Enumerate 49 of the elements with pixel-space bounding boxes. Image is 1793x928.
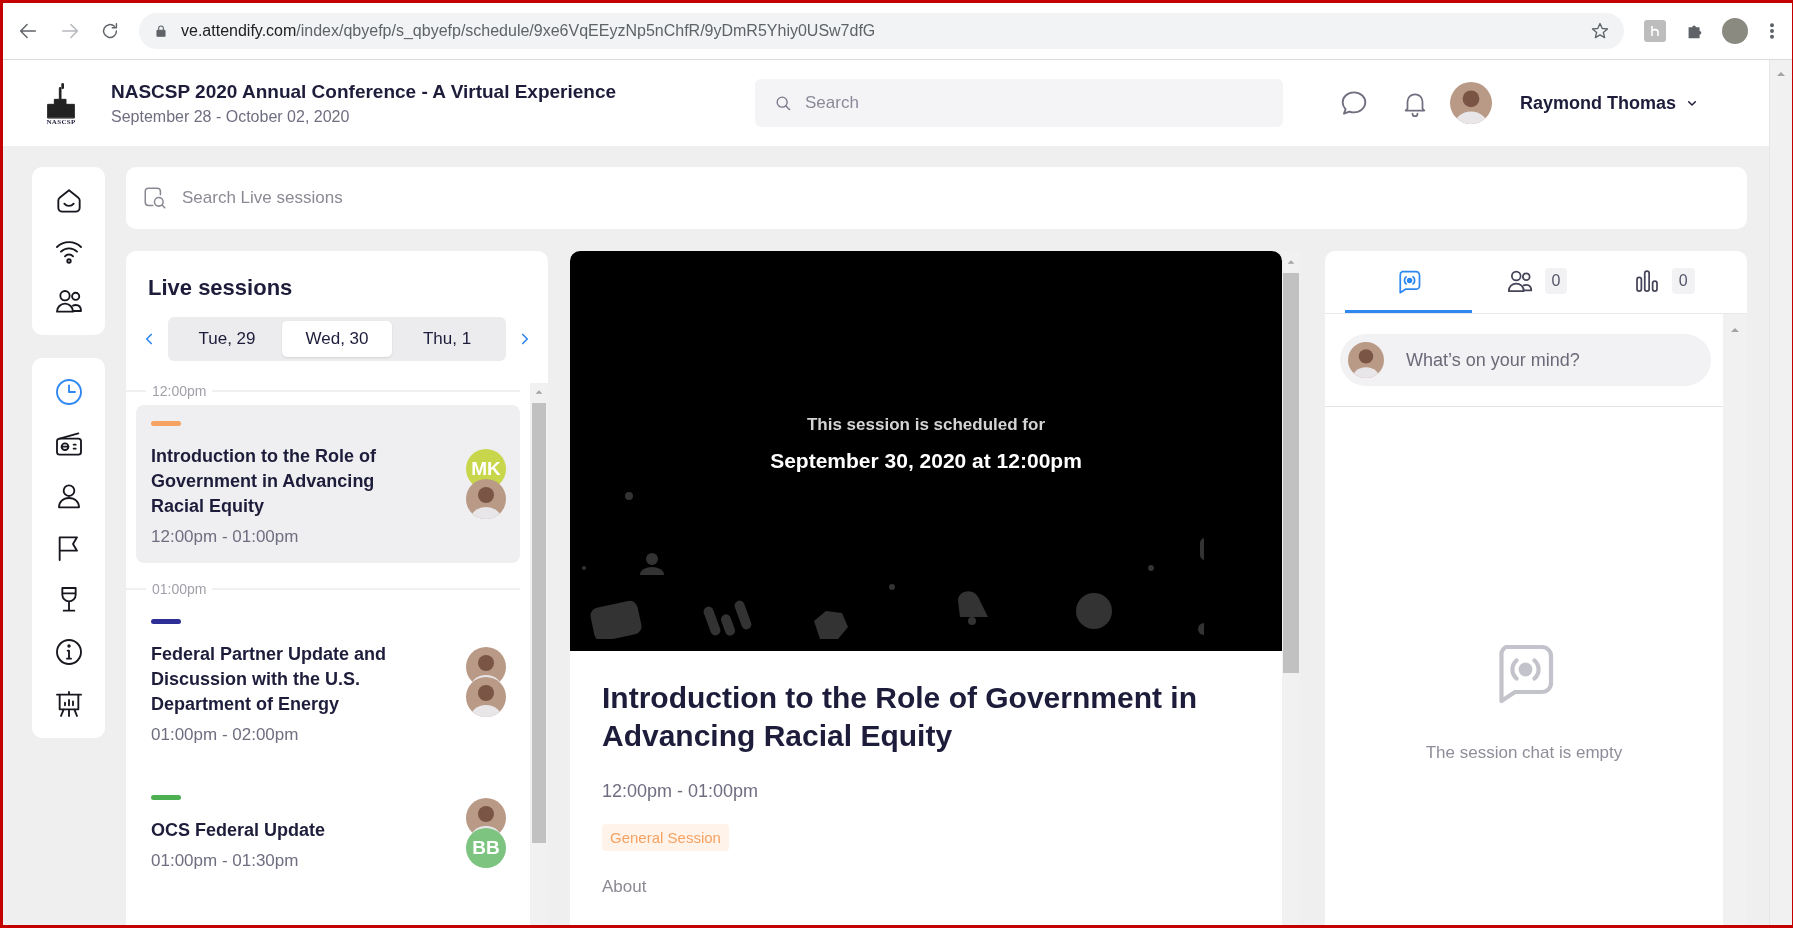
scrollbar[interactable]	[1723, 314, 1747, 925]
session-item[interactable]: Introduction to the Role of Government in Advancing Racial Equity 12:00pm - 01:00pm MK	[136, 405, 520, 563]
session-title: Introduction to the Role of Government in Advancing Racial Equity	[151, 445, 377, 518]
avatar	[466, 677, 506, 717]
day-tab[interactable]: Thu, 1	[392, 321, 502, 357]
session-time: 12:00pm - 01:00pm	[151, 527, 300, 547]
scrollbar[interactable]	[530, 383, 548, 925]
user-menu[interactable]: Raymond Thomas	[1520, 88, 1677, 118]
session-time: 01:00pm - 02:00pm	[151, 725, 300, 745]
search-input[interactable]: Search Live sessions	[180, 187, 1731, 209]
avatar	[1348, 342, 1384, 378]
event-dates: September 28 - October 02, 2020	[111, 107, 351, 126]
session-time: 01:00pm - 01:30pm	[151, 851, 300, 871]
avatar	[466, 479, 506, 519]
lock-icon	[153, 23, 169, 39]
post-field[interactable]: What’s on your mind?	[1340, 334, 1711, 386]
session-item[interactable]: OCS Federal Update 01:00pm - 01:30pm BB	[136, 779, 520, 887]
scrollbar[interactable]	[1769, 60, 1792, 925]
session-title: Federal Partner Update and Discussion with the U.S. Department of Energy	[151, 643, 388, 716]
search-field[interactable]: Search Live sessions	[126, 167, 1747, 229]
panel-title: Live sessions	[148, 275, 294, 301]
empty-message: The session chat is empty	[1425, 743, 1623, 763]
event-title: NASCSP 2020 Annual Conference - A Virtual Experience	[111, 80, 618, 103]
address-bar[interactable]: ve.attendify.com/index/qbyefp/s_qbyefp/schedule/9xe6VqEEyzNp5nChfR/9yDmR5Yhiy0USw7dfG	[139, 13, 1624, 49]
url-text: ve.attendify.com/index/qbyefp/s_qbyefp/schedule/9xe6VqEEyzNp5nChfR/9yDmR5Yhiy0USw7dfG	[181, 22, 876, 40]
time-label: 12:00pm	[152, 383, 207, 399]
schedule-notice: This session is scheduled for	[806, 415, 1046, 435]
session-heading: Introduction to the Role of Government in Advancing Racial Equity	[602, 680, 1198, 754]
search-icon	[142, 185, 168, 211]
star-icon[interactable]	[1590, 21, 1610, 41]
post-input[interactable]: What’s on your mind?	[1404, 348, 1703, 372]
session-title: OCS Federal Update	[151, 819, 327, 842]
search-field[interactable]: Search	[755, 79, 1283, 127]
session-tag: General Session	[602, 824, 729, 851]
session-time: 12:00pm - 01:00pm	[602, 781, 760, 802]
initials-avatar: BB	[466, 828, 506, 868]
count-badge: 0	[1544, 267, 1568, 294]
scheduled-date: September 30, 2020 at 12:00pm	[770, 449, 1082, 473]
day-tab[interactable]: Tue, 29	[172, 321, 282, 357]
time-label: 01:00pm	[152, 581, 207, 597]
day-tab[interactable]: Wed, 30	[282, 321, 392, 357]
search-input[interactable]: Search	[803, 92, 1265, 114]
avatar[interactable]	[1450, 82, 1492, 124]
section-label: About	[602, 877, 648, 897]
polls-tab[interactable]: 0	[1599, 251, 1727, 313]
count-badge: 0	[1671, 267, 1695, 294]
people-tab[interactable]: 0	[1472, 251, 1600, 313]
profile-avatar[interactable]	[1722, 18, 1748, 44]
session-item[interactable]: Federal Partner Update and Discussion with the U.S. Department of Energy 01:00pm - 02:00pm	[136, 603, 520, 761]
